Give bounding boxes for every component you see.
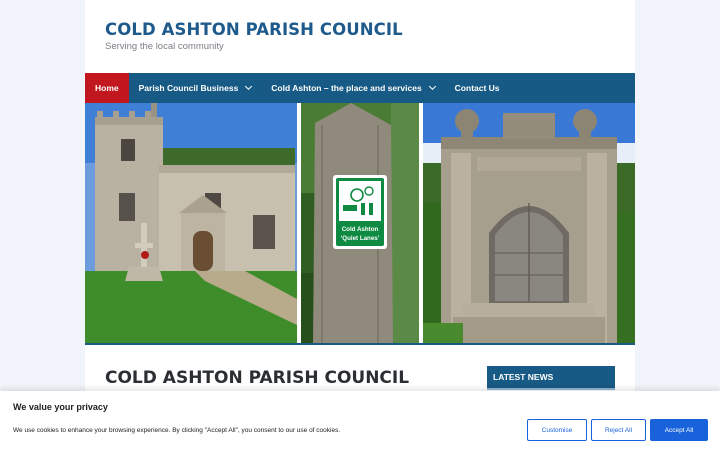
hero-divider	[85, 343, 635, 345]
nav-item-place-and-services[interactable]: Cold Ashton – the place and services	[261, 73, 444, 103]
page-title: COLD ASHTON PARISH COUNCIL	[105, 368, 410, 388]
quiet-lanes-sign-photo: Cold Ashton ‘Quiet Lanes’	[301, 103, 419, 343]
nav-item-label: Parish Council Business	[138, 83, 239, 93]
accept-all-button[interactable]: Accept All	[650, 419, 708, 441]
nav-item-home[interactable]: Home	[85, 73, 129, 103]
nav-item-label: Contact Us	[454, 83, 500, 93]
cookie-banner-text: We use cookies to enhance your browsing …	[13, 427, 341, 434]
chevron-down-icon	[245, 82, 253, 91]
hero-banner: Cold Ashton ‘Quiet Lanes’	[85, 103, 635, 343]
nav-item-label: Cold Ashton – the place and services	[271, 83, 422, 93]
reject-all-button[interactable]: Reject All	[591, 419, 646, 441]
church-photo	[85, 103, 297, 343]
chevron-down-icon	[428, 82, 436, 91]
site-container: COLD ASHTON PARISH COUNCIL Serving the l…	[85, 0, 635, 450]
site-tagline: Serving the local community	[105, 41, 224, 52]
cookie-banner-title: We value your privacy	[13, 402, 108, 412]
cookie-consent-banner: We value your privacy We use cookies to …	[0, 391, 720, 450]
customise-button[interactable]: Customise	[527, 419, 587, 441]
latest-news-widget: LATEST NEWS	[487, 366, 615, 390]
stone-gateway-photo	[423, 103, 635, 343]
sign-text-line1: Cold Ashton	[342, 226, 379, 233]
sign-text-line2: ‘Quiet Lanes’	[341, 235, 380, 242]
nav-item-contact-us[interactable]: Contact Us	[445, 73, 510, 103]
site-title[interactable]: COLD ASHTON PARISH COUNCIL	[105, 20, 403, 39]
nav-item-label: Home	[95, 83, 119, 93]
nav-item-parish-council-business[interactable]: Parish Council Business	[129, 73, 262, 103]
main-navigation: Home Parish Council Business Cold Ashton…	[85, 73, 635, 103]
widget-title: LATEST NEWS	[493, 372, 554, 382]
